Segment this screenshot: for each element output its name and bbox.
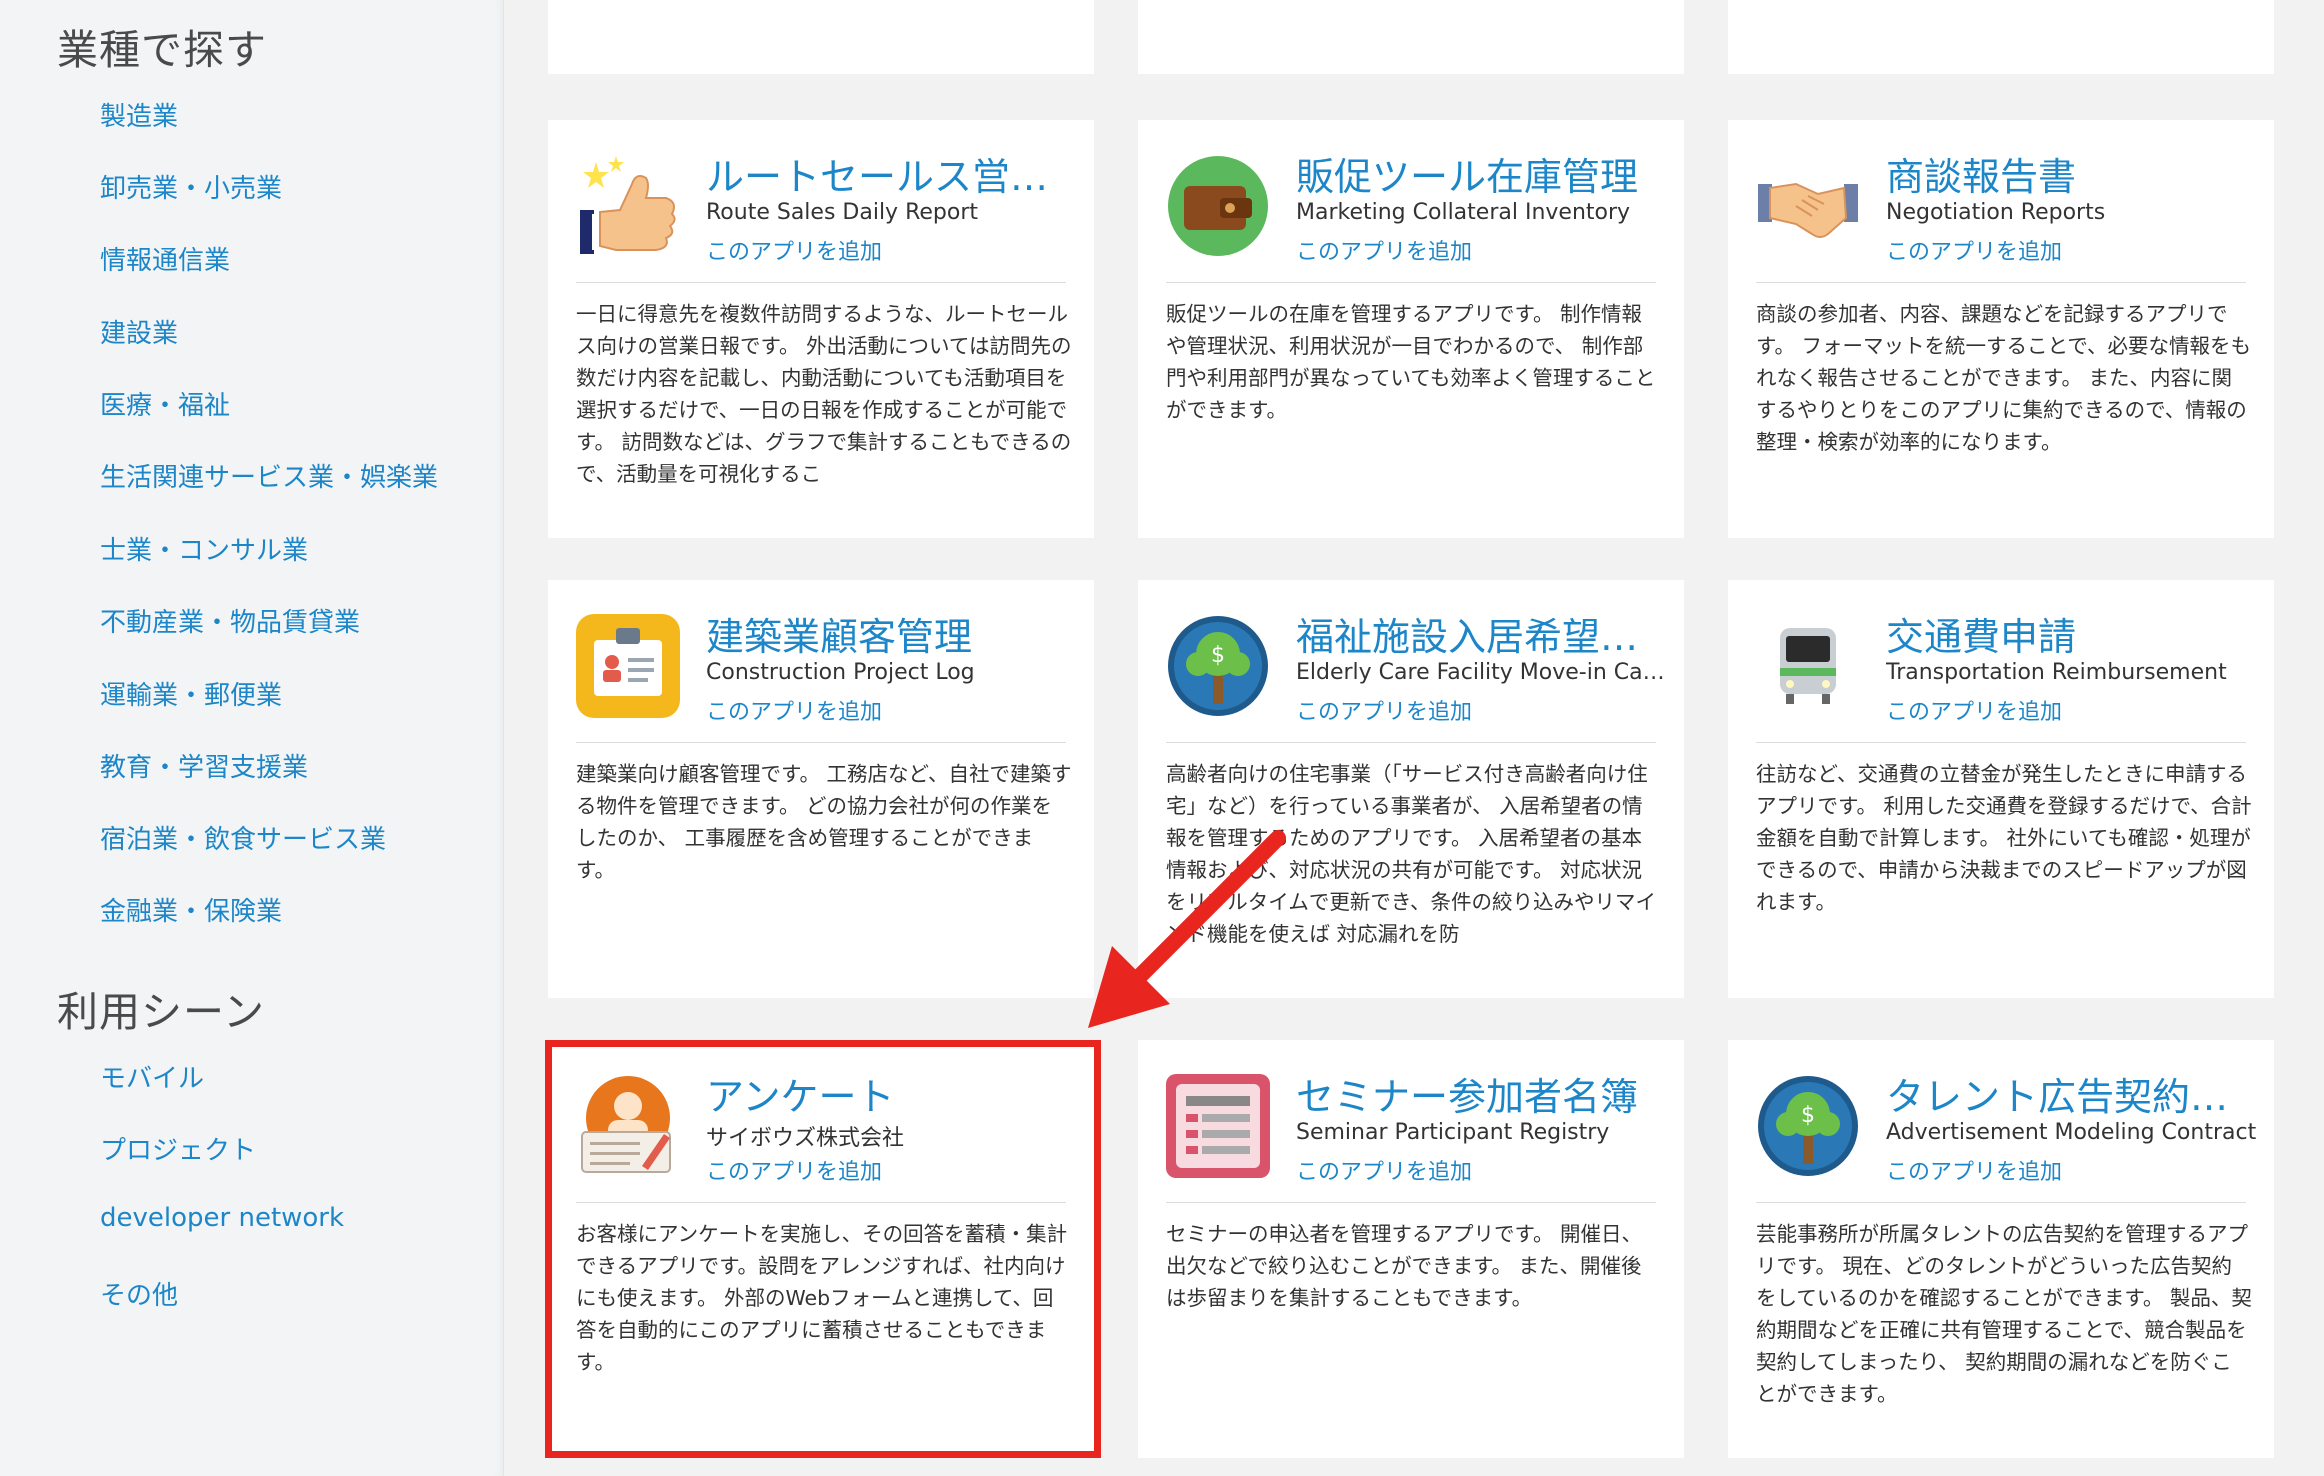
app-description: 一日に得意先を複数件訪問するような、ルートセールス向けの営業日報です。 外出活動…	[576, 302, 1072, 486]
add-app-link[interactable]: このアプリを追加	[1296, 234, 1472, 266]
app-description: 芸能事務所が所属タレントの広告契約を管理するアプリです。 現在、どのタレントがど…	[1756, 1222, 2252, 1406]
app-card-talent-contract[interactable]: $ タレント広告契約管理 Advertisement Modeling Cont…	[1728, 1040, 2274, 1458]
divider	[1166, 1202, 1656, 1203]
app-title[interactable]: 交通費申請	[1886, 606, 2256, 661]
app-card-route-sales[interactable]: ルートセールス営業… Route Sales Daily Report このアプ…	[548, 120, 1094, 538]
app-card-construction-crm[interactable]: 建築業顧客管理 Construction Project Log このアプリを追…	[548, 580, 1094, 998]
divider	[576, 282, 1066, 283]
sidebar-item-project[interactable]: プロジェクト	[100, 1130, 256, 1167]
divider	[1166, 282, 1656, 283]
app-subtitle: Transportation Reimbursement	[1886, 660, 2227, 685]
svg-text:$: $	[1211, 643, 1225, 668]
app-title[interactable]: タレント広告契約管理	[1886, 1066, 2256, 1121]
app-title[interactable]: ルートセールス営業…	[706, 146, 1076, 201]
money-tree-icon: $	[1756, 1074, 1860, 1178]
sidebar-item-hospitality[interactable]: 宿泊業・飲食サービス業	[100, 819, 386, 856]
app-card-partial	[1728, 0, 2274, 74]
app-subtitle: Marketing Collateral Inventory	[1296, 200, 1631, 225]
sidebar-item-real-estate[interactable]: 不動産業・物品賃貸業	[100, 602, 360, 639]
app-description: セミナーの申込者を管理するアプリです。 開催日、出欠などで絞り込むことができます…	[1166, 1222, 1642, 1310]
industry-heading: 業種で探す	[57, 26, 267, 74]
id-badge-icon	[576, 614, 680, 718]
app-card-seminar[interactable]: セミナー参加者名簿 Seminar Participant Registry こ…	[1138, 1040, 1684, 1458]
app-card-marketing-inventory[interactable]: 販促ツール在庫管理 Marketing Collateral Inventory…	[1138, 120, 1684, 538]
app-title[interactable]: 商談報告書	[1886, 146, 2256, 201]
app-card-partial	[548, 0, 1094, 74]
scene-heading: 利用シーン	[57, 988, 265, 1036]
registry-icon	[1166, 1074, 1270, 1178]
app-description: 建築業向け顧客管理です。 工務店など、自社で建築する物件を管理できます。 どの協…	[576, 762, 1072, 882]
sidebar-item-lifestyle-entertainment[interactable]: 生活関連サービス業・娯楽業	[100, 457, 438, 494]
handshake-icon	[1756, 154, 1860, 258]
wallet-icon	[1166, 154, 1270, 258]
add-app-link[interactable]: このアプリを追加	[1886, 234, 2062, 266]
sidebar-item-finance[interactable]: 金融業・保険業	[100, 891, 282, 928]
train-icon	[1756, 614, 1860, 718]
app-card-transportation[interactable]: 交通費申請 Transportation Reimbursement このアプリ…	[1728, 580, 2274, 998]
sidebar-item-consulting[interactable]: 士業・コンサル業	[100, 530, 308, 567]
app-subtitle: Route Sales Daily Report	[706, 200, 978, 225]
sidebar: 業種で探す 製造業 卸売業・小売業 情報通信業 建設業 医療・福祉 生活関連サー…	[0, 0, 504, 1476]
add-app-link[interactable]: このアプリを追加	[1296, 1154, 1472, 1186]
divider	[1756, 282, 2246, 283]
sidebar-item-transport[interactable]: 運輸業・郵便業	[100, 675, 282, 712]
sidebar-item-construction[interactable]: 建設業	[100, 313, 178, 350]
annotation-arrow-icon	[1088, 830, 1286, 1028]
app-card-negotiation[interactable]: 商談報告書 Negotiation Reports このアプリを追加 商談の参加…	[1728, 120, 2274, 538]
add-app-link[interactable]: このアプリを追加	[1296, 694, 1472, 726]
app-title[interactable]: 建築業顧客管理	[706, 606, 1076, 661]
app-subtitle: Advertisement Modeling Contract	[1886, 1120, 2257, 1145]
divider	[1756, 1202, 2246, 1203]
sidebar-item-developer-network[interactable]: developer network	[100, 1203, 344, 1233]
app-title[interactable]: 福祉施設入居希望者…	[1296, 606, 1666, 661]
sidebar-item-information[interactable]: 情報通信業	[100, 240, 230, 277]
sidebar-item-education[interactable]: 教育・学習支援業	[100, 747, 308, 784]
divider	[576, 742, 1066, 743]
divider	[1756, 742, 2246, 743]
sidebar-item-other[interactable]: その他	[100, 1275, 178, 1312]
add-app-link[interactable]: このアプリを追加	[1886, 694, 2062, 726]
sidebar-item-manufacturing[interactable]: 製造業	[100, 96, 178, 133]
app-subtitle: Seminar Participant Registry	[1296, 1120, 1610, 1145]
app-subtitle: Construction Project Log	[706, 660, 975, 685]
app-subtitle: Elderly Care Facility Move-in Ca…	[1296, 660, 1665, 685]
app-subtitle: Negotiation Reports	[1886, 200, 2106, 225]
add-app-link[interactable]: このアプリを追加	[1886, 1154, 2062, 1186]
app-description: 往訪など、交通費の立替金が発生したときに申請するアプリです。 利用した交通費を登…	[1756, 762, 2252, 914]
app-title[interactable]: 販促ツール在庫管理	[1296, 146, 1666, 201]
app-description: 商談の参加者、内容、課題などを記録するアプリです。 フォーマットを統一することで…	[1756, 302, 2252, 454]
svg-text:$: $	[1801, 1103, 1815, 1128]
divider	[1166, 742, 1656, 743]
add-app-link[interactable]: このアプリを追加	[706, 694, 882, 726]
sidebar-item-wholesale-retail[interactable]: 卸売業・小売業	[100, 168, 282, 205]
money-tree-icon: $	[1166, 614, 1270, 718]
sidebar-item-mobile[interactable]: モバイル	[100, 1058, 204, 1095]
app-card-partial	[1138, 0, 1684, 74]
app-description: 販促ツールの在庫を管理するアプリです。 制作情報や管理状況、利用状況が一目でわか…	[1166, 302, 1656, 422]
add-app-link[interactable]: このアプリを追加	[706, 234, 882, 266]
thumbs-up-icon	[576, 154, 680, 258]
highlight-box	[545, 1040, 1101, 1458]
sidebar-item-medical-welfare[interactable]: 医療・福祉	[100, 385, 230, 422]
app-title[interactable]: セミナー参加者名簿	[1296, 1066, 1666, 1121]
